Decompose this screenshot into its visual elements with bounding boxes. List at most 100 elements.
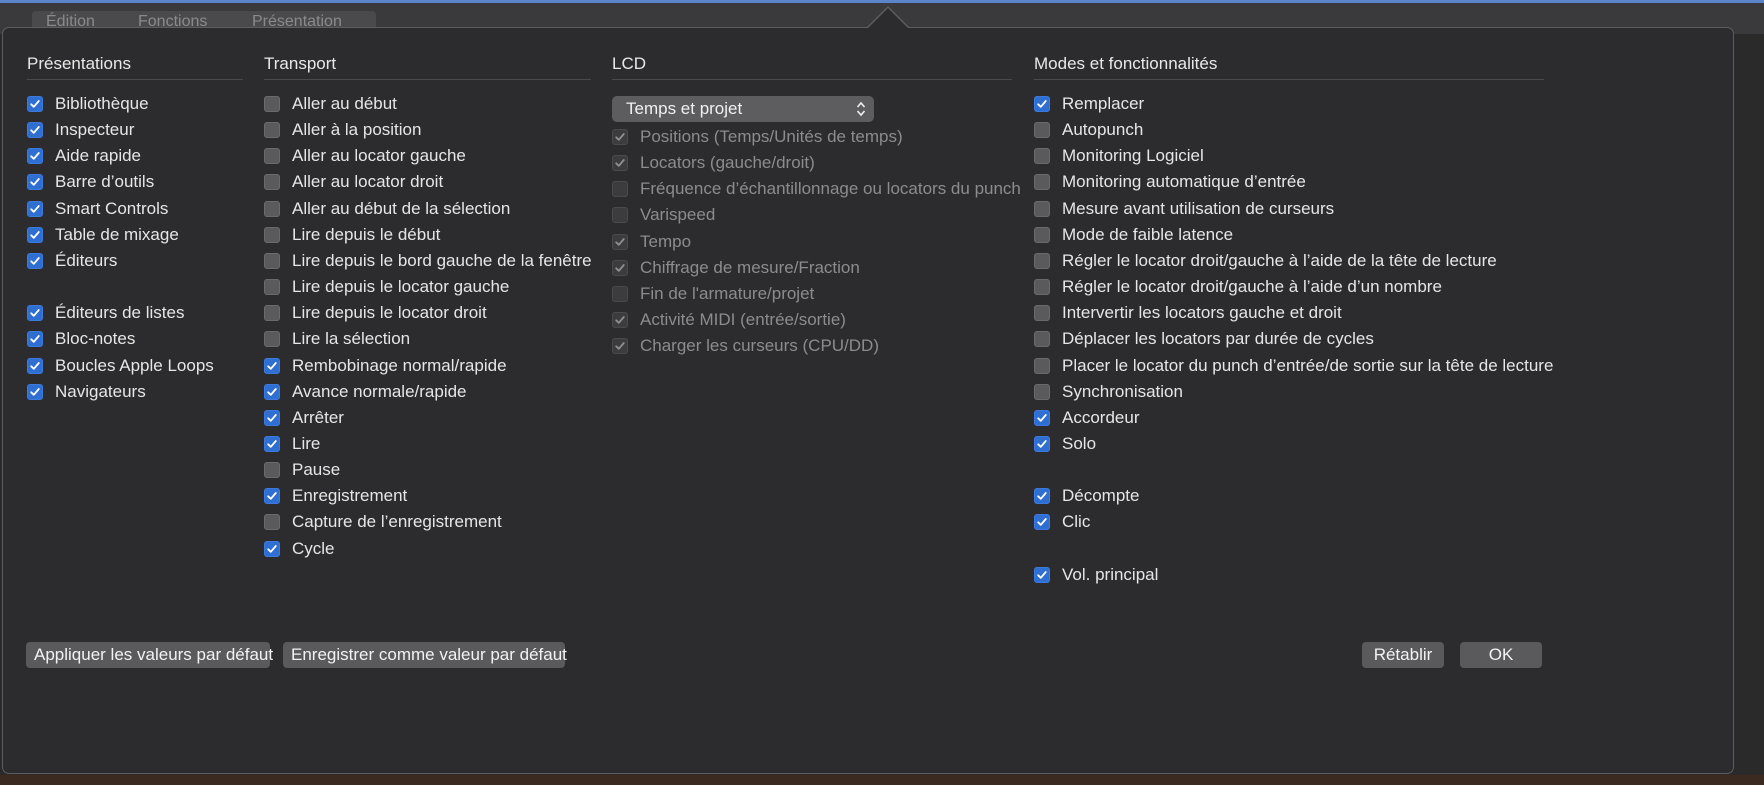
transport-option[interactable]: Aller au locator droit xyxy=(264,170,443,194)
transport-option[interactable]: Lire depuis le locator gauche xyxy=(264,275,509,299)
checkbox[interactable] xyxy=(1034,174,1050,191)
checkbox[interactable] xyxy=(264,409,280,426)
modes-option[interactable]: Monitoring automatique d’entrée xyxy=(1034,170,1306,194)
modes-option[interactable]: Accordeur xyxy=(1034,406,1139,430)
checkbox[interactable] xyxy=(1034,357,1050,374)
modes-option[interactable]: Remplacer xyxy=(1034,92,1144,116)
checkbox[interactable] xyxy=(27,305,43,322)
checkbox[interactable] xyxy=(264,331,280,348)
checkbox[interactable] xyxy=(1034,331,1050,348)
checkbox[interactable] xyxy=(27,122,43,139)
checkmark-icon xyxy=(1037,413,1047,422)
checkbox[interactable] xyxy=(27,383,43,400)
transport-option[interactable]: Pause xyxy=(264,458,340,482)
save-as-default-button[interactable]: Enregistrer comme valeur par défaut xyxy=(283,642,567,668)
checkbox[interactable] xyxy=(264,148,280,165)
checkbox[interactable] xyxy=(1034,200,1050,217)
modes-option[interactable]: Autopunch xyxy=(1034,118,1143,142)
checkbox[interactable] xyxy=(1034,252,1050,269)
checkbox[interactable] xyxy=(1034,96,1050,112)
checkbox[interactable] xyxy=(264,174,280,191)
checkbox[interactable] xyxy=(27,96,43,112)
transport-option[interactable]: Lire xyxy=(264,432,320,456)
modes-option[interactable]: Intervertir les locators gauche et droit xyxy=(1034,301,1342,325)
presentations-option[interactable]: Smart Controls xyxy=(27,197,168,221)
modes-option[interactable]: Déplacer les locators par durée de cycle… xyxy=(1034,327,1374,351)
checkbox[interactable] xyxy=(27,331,43,348)
transport-option[interactable]: Lire depuis le début xyxy=(264,223,440,247)
checkbox[interactable] xyxy=(264,383,280,400)
presentations-option[interactable]: Table de mixage xyxy=(27,223,179,247)
checkbox[interactable] xyxy=(1034,409,1050,426)
modes-option[interactable]: Régler le locator droit/gauche à l’aide … xyxy=(1034,249,1497,273)
transport-option[interactable]: Enregistrement xyxy=(264,484,407,508)
checkbox[interactable] xyxy=(264,462,280,479)
presentations-option[interactable]: Éditeurs de listes xyxy=(27,301,184,325)
checkbox[interactable] xyxy=(264,226,280,243)
presentations-option[interactable]: Aide rapide xyxy=(27,144,141,168)
checkbox[interactable] xyxy=(1034,435,1050,452)
modes-option[interactable]: Synchronisation xyxy=(1034,380,1183,404)
presentations-option[interactable]: Éditeurs xyxy=(27,249,117,273)
presentations-option[interactable]: Bibliothèque xyxy=(27,92,149,116)
checkbox[interactable] xyxy=(1034,566,1050,583)
checkbox[interactable] xyxy=(264,357,280,374)
lcd-display-select[interactable]: Temps et projet xyxy=(612,96,874,122)
checkbox[interactable] xyxy=(27,200,43,217)
checkbox[interactable] xyxy=(27,226,43,243)
modes-option[interactable]: Clic xyxy=(1034,510,1090,534)
checkbox[interactable] xyxy=(27,148,43,165)
presentations-option[interactable]: Inspecteur xyxy=(27,118,134,142)
checkbox[interactable] xyxy=(264,279,280,296)
transport-option[interactable]: Lire la sélection xyxy=(264,327,410,351)
transport-option[interactable]: Capture de l’enregistrement xyxy=(264,510,502,534)
transport-option[interactable]: Aller au début de la sélection xyxy=(264,197,510,221)
transport-option[interactable]: Aller au locator gauche xyxy=(264,144,466,168)
checkbox[interactable] xyxy=(1034,279,1050,296)
revert-button[interactable]: Rétablir xyxy=(1362,642,1444,668)
modes-option[interactable]: Mode de faible latence xyxy=(1034,223,1233,247)
transport-option[interactable]: Aller à la position xyxy=(264,118,421,142)
checkbox[interactable] xyxy=(264,96,280,112)
checkbox[interactable] xyxy=(27,357,43,374)
checkbox[interactable] xyxy=(1034,488,1050,505)
checkbox[interactable] xyxy=(27,174,43,191)
checkbox[interactable] xyxy=(1034,148,1050,165)
transport-option[interactable]: Rembobinage normal/rapide xyxy=(264,354,507,378)
checkbox[interactable] xyxy=(264,305,280,322)
checkbox[interactable] xyxy=(1034,514,1050,531)
transport-option[interactable]: Lire depuis le locator droit xyxy=(264,301,487,325)
transport-option[interactable]: Arrêter xyxy=(264,406,344,430)
checkbox[interactable] xyxy=(27,252,43,269)
checkbox[interactable] xyxy=(264,200,280,217)
presentations-option[interactable]: Navigateurs xyxy=(27,380,146,404)
transport-option[interactable]: Aller au début xyxy=(264,92,397,116)
checkbox[interactable] xyxy=(264,540,280,557)
checkmark-icon xyxy=(30,100,40,108)
transport-option[interactable]: Lire depuis le bord gauche de la fenêtre xyxy=(264,249,592,273)
modes-option[interactable]: Vol. principal xyxy=(1034,563,1158,587)
presentations-option[interactable]: Boucles Apple Loops xyxy=(27,354,214,378)
checkbox[interactable] xyxy=(1034,122,1050,139)
checkbox[interactable] xyxy=(264,488,280,505)
apply-defaults-button[interactable]: Appliquer les valeurs par défaut xyxy=(26,642,273,668)
ok-button[interactable]: OK xyxy=(1460,642,1542,668)
checkbox[interactable] xyxy=(1034,305,1050,322)
modes-option[interactable]: Mesure avant utilisation de curseurs xyxy=(1034,197,1334,221)
presentations-option[interactable]: Barre d’outils xyxy=(27,170,154,194)
modes-option[interactable]: Décompte xyxy=(1034,484,1139,508)
modes-option[interactable]: Régler le locator droit/gauche à l’aide … xyxy=(1034,275,1442,299)
modes-option[interactable]: Placer le locator du punch d’entrée/de s… xyxy=(1034,354,1553,378)
modes-option[interactable]: Solo xyxy=(1034,432,1096,456)
checkbox[interactable] xyxy=(1034,226,1050,243)
checkbox[interactable] xyxy=(1034,383,1050,400)
checkbox[interactable] xyxy=(264,435,280,452)
checkbox[interactable] xyxy=(264,122,280,139)
checkbox-label: Barre d’outils xyxy=(55,172,155,192)
presentations-option[interactable]: Bloc-notes xyxy=(27,327,135,351)
checkbox[interactable] xyxy=(264,514,280,531)
modes-option[interactable]: Monitoring Logiciel xyxy=(1034,144,1204,168)
checkbox[interactable] xyxy=(264,252,280,269)
transport-option[interactable]: Cycle xyxy=(264,537,335,561)
transport-option[interactable]: Avance normale/rapide xyxy=(264,380,467,404)
